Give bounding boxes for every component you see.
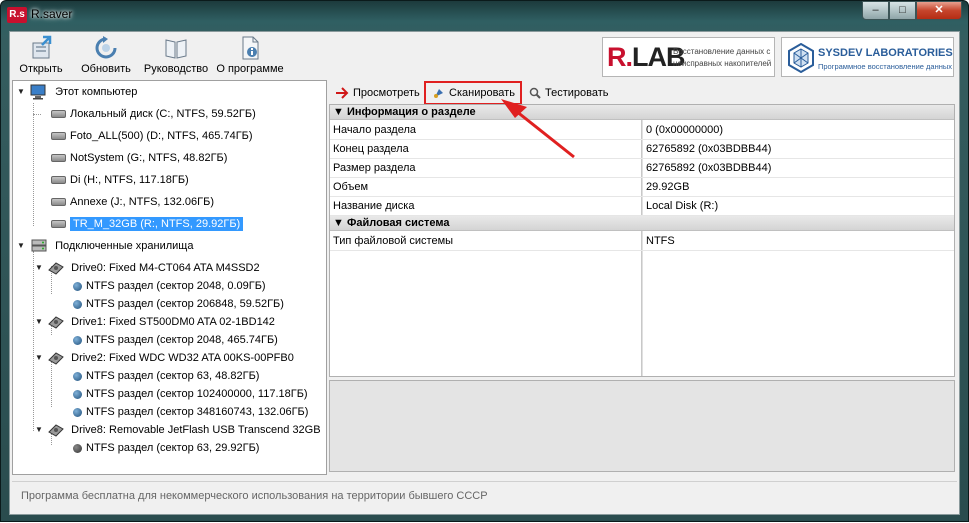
app-icon: R.s bbox=[7, 7, 27, 23]
collapse-icon[interactable]: ▼ bbox=[35, 421, 45, 439]
maximize-button[interactable]: □ bbox=[889, 1, 916, 20]
tree-disk-r-selected[interactable]: TR_M_32GB (R:, NTFS, 29.92ГБ) bbox=[51, 215, 244, 233]
open-button[interactable]: Открыть bbox=[16, 35, 66, 79]
tree-node-computer[interactable]: ▼ Этот компьютер bbox=[17, 83, 137, 101]
collapse-icon[interactable]: ▼ bbox=[333, 217, 347, 229]
view-action[interactable]: Просмотреть bbox=[335, 84, 420, 102]
storage-icon bbox=[31, 239, 47, 252]
tree-disk-c[interactable]: Локальный диск (C:, NTFS, 59.52ГБ) bbox=[33, 105, 256, 123]
collapse-icon[interactable]: ▼ bbox=[333, 106, 347, 118]
sysdev-title: SYSDEV LABORATORIES bbox=[818, 47, 953, 59]
hdd-icon bbox=[48, 424, 64, 437]
partition-icon bbox=[73, 443, 82, 453]
collapse-icon[interactable]: ▼ bbox=[35, 313, 45, 331]
tree-node-storages[interactable]: ▼ Подключенные хранилища bbox=[17, 237, 193, 255]
client-area: Открыть Обновить Руководство О программе… bbox=[9, 31, 960, 515]
partition-icon bbox=[73, 389, 82, 399]
prop-row[interactable]: Размер раздела 62765892 (0x03BDBB44) bbox=[330, 159, 954, 178]
prop-row[interactable]: Конец раздела 62765892 (0x03BDBB44) bbox=[330, 140, 954, 159]
disk-icon bbox=[51, 176, 66, 185]
partition-icon bbox=[73, 281, 82, 291]
partition-icon bbox=[73, 299, 82, 309]
test-icon bbox=[529, 87, 541, 99]
details-panel: Просмотреть Сканировать Тестировать ▼ Ин… bbox=[329, 80, 955, 475]
window-controls: – □ ✕ bbox=[862, 1, 962, 20]
open-icon bbox=[32, 35, 52, 59]
disk-icon bbox=[51, 198, 66, 207]
app-window: R.s R.saver – □ ✕ Открыть Обновить Руков… bbox=[0, 0, 969, 522]
refresh-icon bbox=[95, 36, 117, 59]
arrow-right-icon bbox=[336, 87, 349, 99]
prop-row[interactable]: Начало раздела 0 (0x00000000) bbox=[330, 121, 954, 140]
prop-row[interactable]: Тип файловой системы NTFS bbox=[330, 232, 954, 251]
disk-icon bbox=[51, 110, 66, 119]
tree-disk-h[interactable]: Di (H:, NTFS, 117.18ГБ) bbox=[51, 171, 189, 189]
tree-partition[interactable]: NTFS раздел (сектор 2048, 465.74ГБ) bbox=[73, 331, 278, 349]
test-action[interactable]: Тестировать bbox=[529, 84, 609, 102]
book-icon bbox=[165, 39, 187, 59]
update-button[interactable]: Обновить bbox=[78, 35, 134, 79]
sysdev-hex-icon bbox=[788, 43, 814, 73]
title-bar[interactable]: R.s R.saver – □ ✕ bbox=[1, 1, 968, 29]
sysdev-subtitle: Программное восстановление данных bbox=[818, 62, 953, 71]
rlab-logo[interactable]: R.LAB Восстановление данных с неисправны… bbox=[602, 37, 775, 77]
partition-icon bbox=[73, 335, 82, 345]
tree-drive1[interactable]: ▼ Drive1: Fixed ST500DM0 ATA 02-1BD142 bbox=[35, 313, 275, 331]
status-bar: Программа бесплатна для некоммерческого … bbox=[12, 481, 957, 512]
tree-partition[interactable]: NTFS раздел (сектор 206848, 59.52ГБ) bbox=[73, 295, 284, 313]
tree-drive0[interactable]: ▼ Drive0: Fixed M4-CT064 ATA M4SSD2 bbox=[35, 259, 260, 277]
collapse-icon[interactable]: ▼ bbox=[35, 349, 45, 367]
hdd-icon bbox=[48, 262, 64, 275]
collapse-icon[interactable]: ▼ bbox=[17, 83, 27, 101]
hdd-icon bbox=[48, 316, 64, 329]
about-button[interactable]: О программе bbox=[216, 35, 284, 79]
description-pane bbox=[329, 380, 955, 472]
close-button[interactable]: ✕ bbox=[916, 1, 962, 20]
properties-grid[interactable]: ▼ Информация о разделе Начало раздела 0 (… bbox=[329, 104, 955, 377]
tree-drive2[interactable]: ▼ Drive2: Fixed WDC WD32 ATA 00KS-00PFB0 bbox=[35, 349, 294, 367]
tree-disk-j[interactable]: Annexe (J:, NTFS, 132.06ГБ) bbox=[51, 193, 214, 211]
tree-partition[interactable]: NTFS раздел (сектор 348160743, 132.06ГБ) bbox=[73, 403, 308, 421]
device-tree[interactable]: ▼ Этот компьютер Локальный диск (C:, NTF… bbox=[12, 80, 327, 475]
window-title: R.saver bbox=[31, 7, 73, 21]
tree-drive8[interactable]: ▼ Drive8: Removable JetFlash USB Transce… bbox=[35, 421, 321, 439]
tree-partition[interactable]: NTFS раздел (сектор 63, 29.92ГБ) bbox=[73, 439, 259, 457]
status-text: Программа бесплатна для некоммерческого … bbox=[21, 490, 488, 502]
prop-row[interactable]: Объем 29.92GB bbox=[330, 178, 954, 197]
collapse-icon[interactable]: ▼ bbox=[17, 237, 27, 255]
disk-icon bbox=[51, 132, 66, 141]
tree-partition[interactable]: NTFS раздел (сектор 63, 48.82ГБ) bbox=[73, 367, 259, 385]
tree-disk-d[interactable]: Foto_ALL(500) (D:, NTFS, 465.74ГБ) bbox=[51, 127, 253, 145]
prop-row[interactable]: Название диска Local Disk (R:) bbox=[330, 197, 954, 216]
computer-icon bbox=[30, 84, 46, 100]
sysdev-logo[interactable]: SYSDEV LABORATORIES Программное восстано… bbox=[781, 37, 954, 77]
action-bar: Просмотреть Сканировать Тестировать bbox=[329, 80, 955, 105]
about-icon bbox=[242, 36, 259, 60]
rlab-logo-text: Восстановление данных с неисправных нако… bbox=[673, 47, 772, 68]
scan-highlight-box bbox=[424, 81, 522, 105]
section-partition-info[interactable]: ▼ Информация о разделе bbox=[330, 105, 954, 120]
partition-icon bbox=[73, 407, 82, 417]
minimize-button[interactable]: – bbox=[862, 1, 889, 20]
manual-button[interactable]: Руководство bbox=[140, 35, 212, 79]
toolbar: Открыть Обновить Руководство О программе… bbox=[10, 32, 959, 80]
partition-icon bbox=[73, 371, 82, 381]
disk-icon bbox=[51, 154, 66, 163]
section-filesystem[interactable]: ▼ Файловая система bbox=[330, 216, 954, 231]
disk-icon bbox=[51, 220, 66, 229]
collapse-icon[interactable]: ▼ bbox=[35, 259, 45, 277]
tree-disk-g[interactable]: NotSystem (G:, NTFS, 48.82ГБ) bbox=[51, 149, 227, 167]
tree-partition[interactable]: NTFS раздел (сектор 102400000, 117.18ГБ) bbox=[73, 385, 308, 403]
hdd-icon bbox=[48, 352, 64, 365]
tree-partition[interactable]: NTFS раздел (сектор 2048, 0.09ГБ) bbox=[73, 277, 266, 295]
